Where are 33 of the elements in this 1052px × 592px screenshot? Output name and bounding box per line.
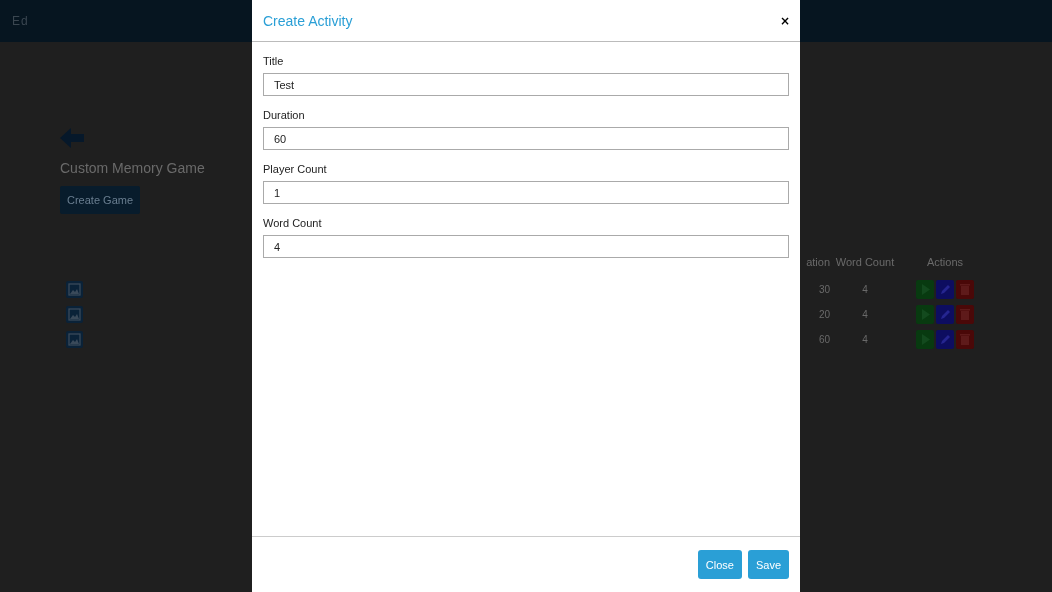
trash-icon[interactable] (956, 330, 974, 349)
pencil-icon[interactable] (936, 305, 954, 324)
play-icon[interactable] (916, 330, 934, 349)
input-field[interactable]: 60 (263, 127, 789, 150)
input-field[interactable]: 4 (263, 235, 789, 258)
image-icon[interactable] (66, 306, 83, 323)
trash-icon[interactable] (956, 305, 974, 324)
image-icon[interactable] (66, 331, 83, 348)
table-cell-text: 4 (861, 334, 869, 345)
column-header: Word Count (834, 255, 896, 270)
image-icon[interactable] (66, 281, 83, 298)
input-field[interactable]: 1 (263, 181, 789, 204)
table-cell-text: 4 (861, 284, 869, 295)
column-header: Actions (925, 255, 965, 270)
page-title: Custom Memory Game (60, 160, 205, 176)
pencil-icon[interactable] (936, 330, 954, 349)
trash-icon[interactable] (956, 280, 974, 299)
table-cell-text: 30 (817, 284, 830, 295)
input-field[interactable]: Test (263, 73, 789, 96)
field-label: Duration (263, 109, 306, 121)
field-label: Word Count (263, 217, 323, 229)
field-label: Title (263, 55, 285, 67)
table-cell-text: 4 (861, 309, 869, 320)
play-icon[interactable] (916, 305, 934, 324)
table-cell-text: 60 (817, 334, 830, 345)
dialog-title: Create Activity (263, 12, 353, 29)
back-arrow-icon[interactable] (60, 128, 84, 148)
column-header: ation (805, 255, 830, 270)
table-cell-text: 20 (817, 309, 830, 320)
create-game-button[interactable]: Create Game (60, 186, 141, 214)
play-icon[interactable] (916, 280, 934, 299)
field-label: Player Count (263, 163, 328, 175)
pencil-icon[interactable] (936, 280, 954, 299)
